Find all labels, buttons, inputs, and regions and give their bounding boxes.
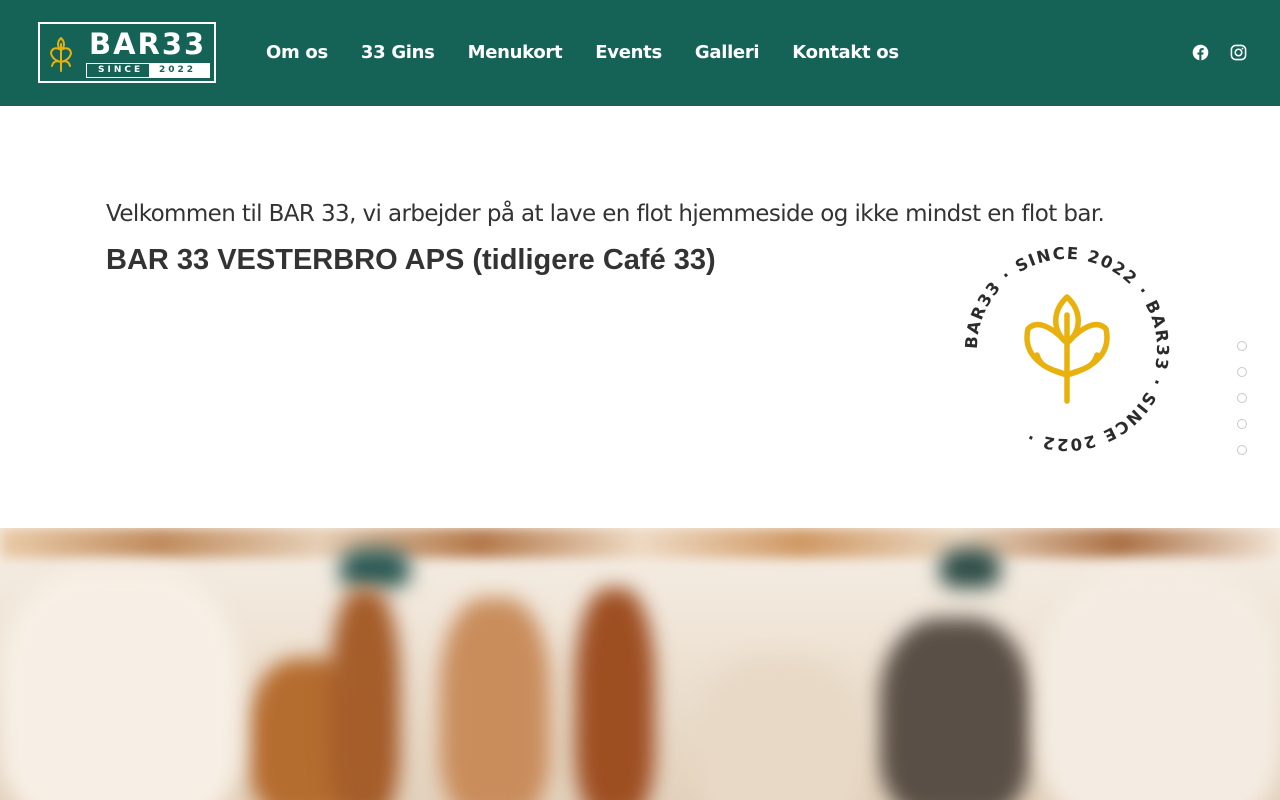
logo-since-text: SINCE [98, 65, 144, 75]
logo-wordmark: BAR33 [89, 27, 207, 61]
hero-blur [340, 548, 410, 588]
hero-shelf [0, 528, 1280, 558]
section-dot[interactable] [1237, 393, 1247, 403]
section-dot[interactable] [1237, 341, 1247, 351]
nav-item-33-gins[interactable]: 33 Gins [361, 40, 435, 66]
wheat-leaf-icon [1024, 294, 1110, 404]
nav-item-menukort[interactable]: Menukort [468, 40, 563, 66]
hero-blur [0, 568, 240, 800]
page-section-dots [1237, 341, 1249, 471]
hero-blur [880, 618, 1030, 800]
hero-blur [1040, 568, 1280, 800]
nav-item-kontakt-os[interactable]: Kontakt os [792, 40, 899, 66]
hero-blur [440, 598, 550, 800]
hero-blur [330, 588, 400, 800]
bar33-badge-logo: BAR33 · SINCE 2022 · BAR33 · SINCE 2022 … [962, 244, 1171, 454]
section-dot[interactable] [1237, 445, 1247, 455]
hero-blur [940, 548, 1000, 588]
logo-since-box: SINCE 2022 [86, 63, 210, 78]
section-dot[interactable] [1237, 367, 1247, 377]
hero-blur [575, 588, 655, 800]
instagram-icon[interactable] [1230, 44, 1247, 61]
company-heading: BAR 33 VESTERBRO APS (tidligere Café 33) [106, 244, 716, 276]
wheat-leaf-icon [50, 37, 72, 72]
welcome-text: Velkommen til BAR 33, vi arbejder på at … [106, 201, 1105, 227]
main-nav: Om os 33 Gins Menukort Events Galleri Ko… [266, 40, 899, 66]
logo[interactable]: BAR33 SINCE 2022 [38, 22, 216, 83]
facebook-icon[interactable] [1192, 44, 1209, 61]
hero-blur [700, 658, 860, 800]
hero-bar-image [0, 528, 1280, 800]
site-header: BAR33 SINCE 2022 Om os 33 Gins Menukort … [0, 0, 1280, 106]
nav-item-om-os[interactable]: Om os [266, 40, 328, 66]
logo-year-text: 2022 [159, 65, 197, 75]
nav-item-events[interactable]: Events [595, 40, 662, 66]
nav-item-galleri[interactable]: Galleri [695, 40, 760, 66]
section-dot[interactable] [1237, 419, 1247, 429]
